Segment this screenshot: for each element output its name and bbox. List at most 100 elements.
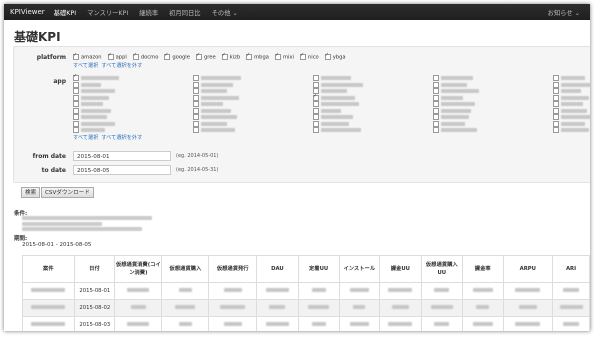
checkbox[interactable] <box>73 107 79 114</box>
app-option[interactable] <box>433 120 465 127</box>
app-option[interactable] <box>313 88 347 94</box>
checkbox[interactable] <box>193 101 199 107</box>
app-option[interactable] <box>73 88 115 94</box>
app-option[interactable] <box>313 75 351 81</box>
checkbox[interactable] <box>73 127 79 133</box>
platform-option[interactable]: gree <box>195 52 216 61</box>
checkbox[interactable] <box>73 94 79 101</box>
app-option[interactable] <box>433 75 473 81</box>
app-option[interactable] <box>73 120 115 127</box>
checkbox[interactable] <box>433 81 439 88</box>
app-option[interactable] <box>193 88 227 94</box>
checkbox[interactable] <box>193 81 199 88</box>
column-header[interactable]: ARPU <box>502 255 554 283</box>
app-option[interactable] <box>193 81 233 88</box>
checkbox[interactable] <box>193 120 199 127</box>
column-header[interactable]: 仮想通貨発行 <box>208 255 258 283</box>
app-select-all-link[interactable]: すべて選択 <box>73 135 98 141</box>
checkbox[interactable] <box>107 52 114 60</box>
checkbox[interactable] <box>313 120 319 127</box>
platform-select-all-link[interactable]: すべて選択 <box>73 63 98 69</box>
column-header[interactable]: ARI <box>552 255 590 283</box>
app-option[interactable] <box>433 107 471 114</box>
app-option[interactable] <box>313 120 349 127</box>
app-option[interactable] <box>193 127 235 133</box>
platform-option[interactable]: ybga <box>324 52 346 61</box>
app-option[interactable] <box>193 107 231 114</box>
checkbox[interactable] <box>73 81 79 88</box>
app-option[interactable] <box>313 127 361 133</box>
app-option[interactable] <box>73 127 105 133</box>
search-button[interactable]: 検索 <box>21 187 41 198</box>
nav-retention[interactable]: 継続率 <box>139 8 158 17</box>
checkbox[interactable] <box>433 114 439 120</box>
column-header[interactable]: インストール <box>338 255 381 283</box>
checkbox[interactable] <box>73 52 79 60</box>
app-option[interactable] <box>193 75 241 81</box>
notice-menu[interactable]: お知らせ ⌄ <box>548 8 580 17</box>
checkbox[interactable] <box>73 120 79 127</box>
column-header[interactable]: 定着UU <box>297 255 340 283</box>
app-option[interactable] <box>73 73 119 81</box>
app-option[interactable] <box>73 114 107 120</box>
app-option[interactable] <box>193 114 237 120</box>
checkbox[interactable] <box>73 114 79 120</box>
app-option[interactable] <box>313 93 355 101</box>
checkbox[interactable] <box>73 101 79 107</box>
checkbox[interactable] <box>553 88 559 94</box>
nav-other-dropdown[interactable]: その他 ⌄ <box>212 8 238 17</box>
platform-option[interactable]: mbga <box>246 52 269 61</box>
checkbox[interactable] <box>73 88 79 94</box>
column-header[interactable]: 案件 <box>22 255 75 283</box>
checkbox[interactable] <box>193 107 199 114</box>
nav-first-month-comparison[interactable]: 初月同日比 <box>169 8 200 17</box>
app-option[interactable] <box>193 94 239 101</box>
checkbox[interactable] <box>313 93 319 101</box>
app-option[interactable] <box>193 101 223 107</box>
app-option[interactable] <box>313 81 363 88</box>
column-header[interactable]: 日付 <box>73 255 116 283</box>
checkbox[interactable] <box>553 81 559 88</box>
checkbox[interactable] <box>313 127 319 133</box>
platform-option[interactable]: nico <box>299 52 319 61</box>
app-option[interactable] <box>433 101 475 107</box>
checkbox[interactable] <box>193 114 199 120</box>
checkbox[interactable] <box>324 52 331 60</box>
column-header[interactable]: 仮想通貨購入 <box>161 255 210 283</box>
app-option[interactable] <box>553 75 585 81</box>
app-option[interactable] <box>433 127 477 133</box>
column-header[interactable]: 仮想通貨購入UU <box>420 255 463 283</box>
from-date-input[interactable]: 2015-08-01 <box>73 151 171 161</box>
app-option[interactable] <box>553 114 590 120</box>
checkbox[interactable] <box>313 75 319 81</box>
checkbox[interactable] <box>313 81 319 88</box>
app-option[interactable] <box>553 127 589 133</box>
checkbox[interactable] <box>195 52 202 60</box>
app-option[interactable] <box>73 101 103 107</box>
app-option[interactable] <box>553 120 585 127</box>
checkbox[interactable] <box>193 94 199 101</box>
app-option[interactable] <box>553 107 587 114</box>
app-option[interactable] <box>433 94 463 101</box>
checkbox[interactable] <box>193 75 199 81</box>
checkbox[interactable] <box>553 120 559 127</box>
checkbox[interactable] <box>193 88 199 94</box>
checkbox[interactable] <box>553 75 559 81</box>
checkbox[interactable] <box>433 120 439 127</box>
app-option[interactable] <box>73 107 111 114</box>
app-option[interactable] <box>553 101 583 107</box>
app-option[interactable] <box>553 94 589 101</box>
checkbox[interactable] <box>164 52 171 60</box>
app-option[interactable] <box>73 94 109 101</box>
column-header[interactable]: 仮想通貨消費(コイン消費) <box>114 255 163 283</box>
platform-option[interactable]: appl <box>107 52 127 61</box>
platform-option[interactable]: google <box>164 52 190 61</box>
checkbox[interactable] <box>433 94 439 101</box>
checkbox[interactable] <box>313 107 319 114</box>
column-header[interactable]: 課金UU <box>379 255 422 283</box>
checkbox[interactable] <box>221 52 228 60</box>
app-option[interactable] <box>433 81 467 88</box>
brand-logo[interactable]: KPIViewer <box>10 8 45 16</box>
platform-option[interactable]: kizb <box>221 52 240 61</box>
platform-deselect-all-link[interactable]: すべて選択を外す <box>101 63 142 69</box>
